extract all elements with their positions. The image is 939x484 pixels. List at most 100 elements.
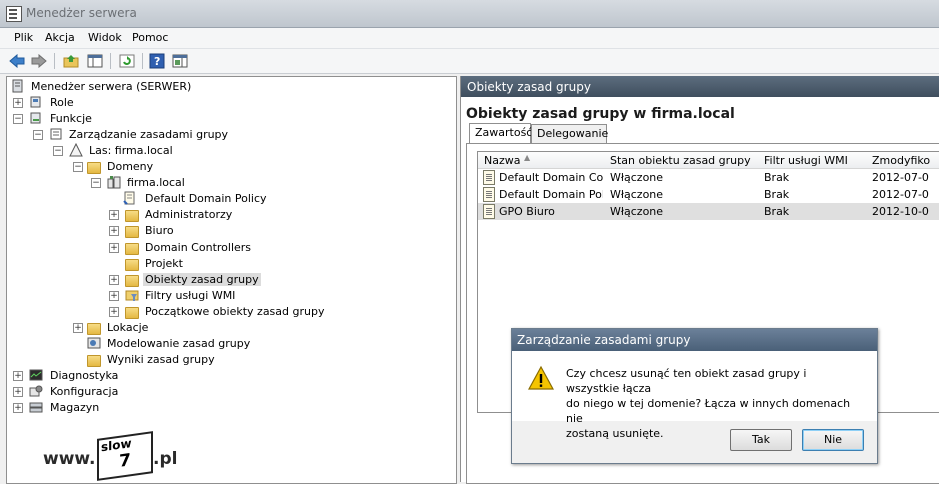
expand-icon[interactable]: + [109, 291, 119, 301]
logo-number: 7 [119, 450, 131, 472]
tree-item-label: Wyniki zasad grupy [107, 353, 215, 366]
server-manager-icon [6, 6, 22, 22]
table-row[interactable]: GPO Biuro Włączone Brak 2012-10-0 [478, 203, 939, 220]
column-label: Stan obiektu zasad grupy [610, 154, 751, 167]
column-header-zmodyfikowano[interactable]: Zmodyfiko [866, 152, 939, 169]
cell-nazwa: Default Domain Co... [499, 171, 603, 184]
domain-icon [107, 175, 121, 189]
menu-plik[interactable]: Plik [14, 31, 33, 44]
ou-folder-icon [125, 210, 139, 222]
tree-item-label: Domeny [107, 160, 154, 173]
sort-ascending-icon: ▲ [524, 153, 531, 162]
cell-nazwa: Default Domain Poli... [499, 188, 603, 201]
configuration-icon [29, 384, 43, 398]
cell-filtr: Brak [764, 171, 790, 184]
storage-icon [29, 400, 43, 414]
tree-item-label: Lokacje [107, 321, 149, 334]
table-row[interactable]: Default Domain Poli... Włączone Brak 201… [478, 186, 939, 203]
collapse-icon[interactable]: − [33, 130, 43, 140]
server-icon [11, 79, 25, 93]
roles-icon [29, 95, 43, 109]
up-folder-icon[interactable] [62, 52, 80, 70]
toolbar-separator [142, 53, 143, 69]
tree-item-label: firma.local [127, 176, 185, 189]
cell-nazwa: GPO Biuro [499, 205, 555, 218]
modeling-icon [87, 336, 101, 350]
tree-item-label: Role [50, 96, 74, 109]
forest-icon [69, 142, 83, 157]
expand-icon[interactable]: + [73, 323, 83, 333]
no-button[interactable]: Nie [802, 429, 864, 451]
sites-folder-icon [87, 323, 101, 335]
logo-box: slow 7 [97, 431, 153, 481]
expand-icon[interactable]: + [109, 307, 119, 317]
column-header-stan[interactable]: Stan obiektu zasad grupy [604, 152, 759, 169]
confirm-delete-dialog: Zarządzanie zasadami grupy Czy chcesz us… [511, 328, 878, 464]
tree-item-label: Zarządzanie zasadami grupy [69, 128, 229, 141]
svg-text:?: ? [154, 55, 160, 68]
tab-delegowanie[interactable]: Delegowanie [531, 124, 608, 143]
help-icon[interactable]: ? [148, 52, 166, 70]
result-pane-header: Obiekty zasad grupy [461, 76, 939, 97]
cell-zmodyfikowano: 2012-10-0 [872, 205, 929, 218]
menu-akcja[interactable]: Akcja [45, 31, 75, 44]
ou-folder-icon [125, 226, 139, 238]
tree-item-label: Menedżer serwera (SERWER) [31, 80, 192, 93]
tree-item-label: Obiekty zasad grupy [143, 273, 261, 286]
show-hide-tree-icon[interactable] [86, 52, 104, 70]
tree-item-label: Początkowe obiekty zasad grupy [145, 305, 325, 318]
expand-icon[interactable]: + [13, 98, 23, 108]
expand-icon[interactable]: + [13, 371, 23, 381]
cell-filtr: Brak [764, 205, 790, 218]
toolbar: ? [0, 49, 939, 74]
gpm-icon [49, 127, 63, 141]
features-icon [29, 111, 43, 125]
dialog-titlebar[interactable]: Zarządzanie zasadami grupy [512, 329, 877, 351]
collapse-icon[interactable]: − [91, 178, 101, 188]
collapse-icon[interactable]: − [13, 114, 23, 124]
window-titlebar: Menedżer serwera [0, 0, 939, 28]
ou-folder-icon [125, 243, 139, 255]
action-pane-icon[interactable] [171, 52, 189, 70]
gpo-icon [483, 204, 495, 219]
console-tree: Menedżer serwera (SERWER) + Role − Funkc… [6, 76, 457, 484]
tree-item-label: Las: firma.local [89, 144, 173, 157]
tab-label: Zawartość [475, 126, 533, 139]
toolbar-separator [110, 53, 111, 69]
tree-item-label: Diagnostyka [50, 369, 119, 382]
ou-folder-icon [125, 259, 139, 271]
tree-item-label: Projekt [145, 257, 183, 270]
toolbar-separator [54, 53, 55, 69]
menu-bar: Plik Akcja Widok Pomoc [0, 28, 939, 49]
cell-filtr: Brak [764, 188, 790, 201]
expand-icon[interactable]: + [109, 275, 119, 285]
collapse-icon[interactable]: − [53, 146, 63, 156]
expand-icon[interactable]: + [13, 403, 23, 413]
cell-stan: Włączone [610, 205, 664, 218]
cell-stan: Włączone [610, 171, 664, 184]
back-arrow-icon[interactable] [8, 52, 26, 70]
expand-icon[interactable]: + [109, 243, 119, 253]
table-row[interactable]: Default Domain Co... Włączone Brak 2012-… [478, 169, 939, 186]
menu-widok[interactable]: Widok [88, 31, 122, 44]
menu-pomoc[interactable]: Pomoc [132, 31, 168, 44]
column-header-filtr[interactable]: Filtr usługi WMI [758, 152, 867, 169]
cell-zmodyfikowano: 2012-07-0 [872, 171, 929, 184]
expand-icon[interactable]: + [109, 210, 119, 220]
column-label: Zmodyfiko [872, 154, 931, 167]
tree-item-label: Filtry usługi WMI [145, 289, 236, 302]
collapse-icon[interactable]: − [73, 162, 83, 172]
expand-icon[interactable]: + [13, 387, 23, 397]
watermark-logo: www. slow 7 .pl [43, 431, 193, 481]
refresh-icon[interactable] [118, 52, 136, 70]
tab-zawartosc[interactable]: Zawartość [469, 123, 533, 144]
forward-arrow-icon[interactable] [30, 52, 48, 70]
tree-item-label: Biuro [145, 224, 174, 237]
tree-item-label: Konfiguracja [50, 385, 119, 398]
filter-folder-icon [125, 288, 139, 302]
expand-icon[interactable]: + [109, 226, 119, 236]
tree-item-label: Funkcje [50, 112, 92, 125]
column-header-nazwa[interactable]: Nazwa ▲ [478, 152, 605, 169]
gpo-folder-icon [125, 275, 139, 287]
yes-button[interactable]: Tak [730, 429, 792, 451]
